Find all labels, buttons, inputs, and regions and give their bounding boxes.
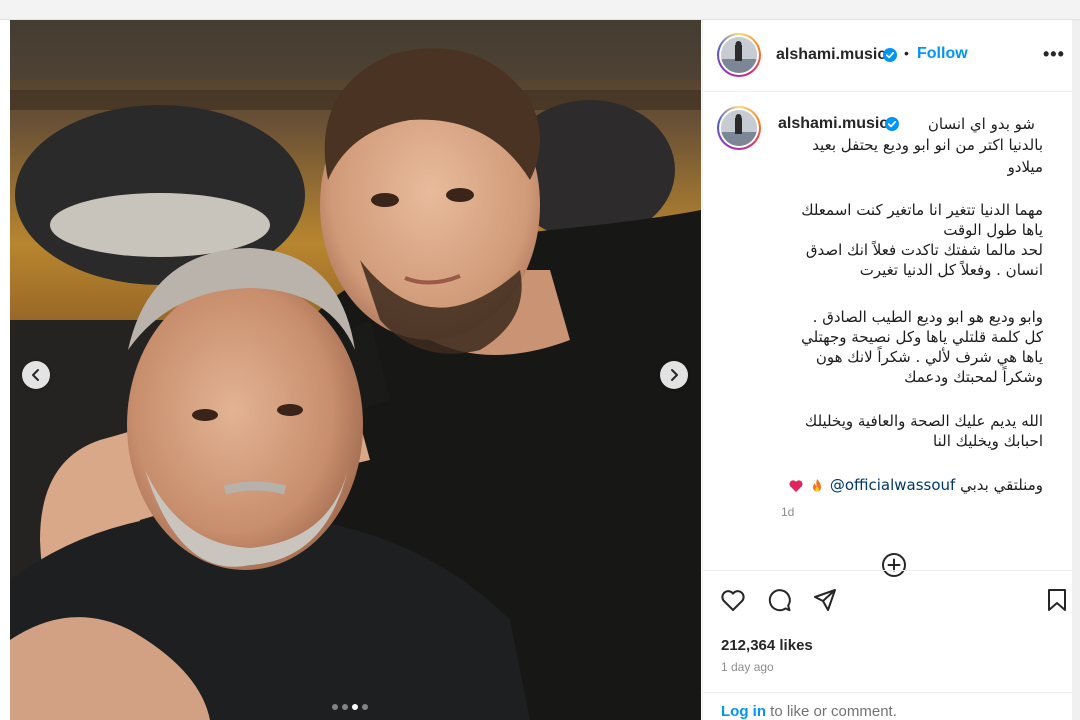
caption-line: وشكراً لمحبتك ودعمك (904, 368, 1043, 386)
caption-timestamp: 1d (781, 505, 795, 519)
caption-line: مهما الدنيا تتغير انا ماتغير كنت اسمعلك (801, 201, 1043, 219)
more-options-button[interactable]: ••• (1043, 44, 1065, 65)
caption-line: انسان . وفعلاً كل الدنيا تغيرت (859, 261, 1043, 279)
avatar-image (721, 110, 757, 146)
fire-emoji-icon (813, 478, 822, 491)
caption-line: احبابك ويخليك النا (933, 432, 1043, 450)
verified-badge-icon (885, 117, 899, 131)
caption-paragraph: وابو وديع هو ابو وديع الطيب الصادق . كل … (777, 307, 1043, 387)
comment-icon[interactable] (765, 586, 793, 614)
caption-closing: ومنلتقي بدبي @officialwassouf (777, 475, 1043, 495)
caption-line: لحد مالما شفتك تاكدت فعلاً انك اصدق (805, 241, 1043, 259)
login-prompt-text: to like or comment. (766, 703, 897, 720)
scrollbar-track[interactable] (1072, 20, 1080, 720)
carousel-prev-button[interactable] (22, 361, 50, 389)
chevron-right-icon (671, 369, 678, 381)
caption-line: ياها هي شرف لألي . شكراً لانك هون (815, 348, 1043, 366)
caption-line: كل كلمة قلتلي ياها وكل نصيحة وجهتلي (801, 328, 1043, 346)
caption-line: ميلادو (1007, 158, 1043, 176)
caption-line: شو بدو اي انسان (927, 115, 1035, 133)
caption-line: الله يديم عليك الصحة والعافية ويخليلك (804, 412, 1043, 430)
verified-badge-icon (883, 48, 897, 62)
caption-username[interactable]: alshami.music (778, 115, 888, 133)
post-media (10, 20, 701, 720)
caption-line: وابو وديع هو ابو وديع الطيب الصادق . (812, 308, 1043, 326)
caption-closing-text: ومنلتقي بدبي (960, 476, 1043, 494)
carousel-dot-active (352, 704, 358, 710)
chevron-left-icon (32, 369, 39, 381)
heart-icon[interactable] (719, 586, 747, 614)
caption-paragraph: الله يديم عليك الصحة والعافية ويخليلك اح… (777, 411, 1043, 451)
username[interactable]: alshami.music (776, 46, 886, 64)
login-prompt: Log in to like or comment. (721, 703, 897, 720)
share-icon[interactable] (811, 586, 839, 614)
divider (703, 570, 1073, 571)
carousel-dot (332, 704, 338, 710)
bookmark-icon[interactable] (1043, 586, 1071, 614)
caption-avatar[interactable] (717, 106, 761, 150)
add-comment-icon[interactable] (881, 552, 907, 578)
browser-top-strip (0, 0, 1080, 20)
post-header: alshami.music • Follow ••• (703, 20, 1073, 92)
post-photo (10, 20, 701, 720)
likes-count[interactable]: 212,364 likes (721, 637, 813, 654)
heart-emoji-icon (789, 479, 803, 492)
carousel-next-button[interactable] (660, 361, 688, 389)
carousel-indicator (332, 704, 368, 710)
carousel-dot (342, 704, 348, 710)
mention-link[interactable]: @officialwassouf (830, 476, 956, 494)
post-sidebar: alshami.music • Follow ••• alshami.music… (702, 20, 1073, 720)
separator-dot: • (904, 45, 909, 61)
caption-paragraph: مهما الدنيا تتغير انا ماتغير كنت اسمعلك … (777, 200, 1043, 280)
avatar-image (721, 37, 757, 73)
login-link[interactable]: Log in (721, 703, 766, 720)
caption-line: ياها طول الوقت (943, 221, 1043, 239)
avatar[interactable] (717, 33, 761, 77)
carousel-dot (362, 704, 368, 710)
caption-line: بالدنيا اكتر من انو ابو وديع يحتفل بعيد (812, 136, 1043, 154)
follow-button[interactable]: Follow (917, 45, 968, 63)
post-date[interactable]: 1 day ago (721, 660, 774, 674)
divider (703, 692, 1073, 693)
